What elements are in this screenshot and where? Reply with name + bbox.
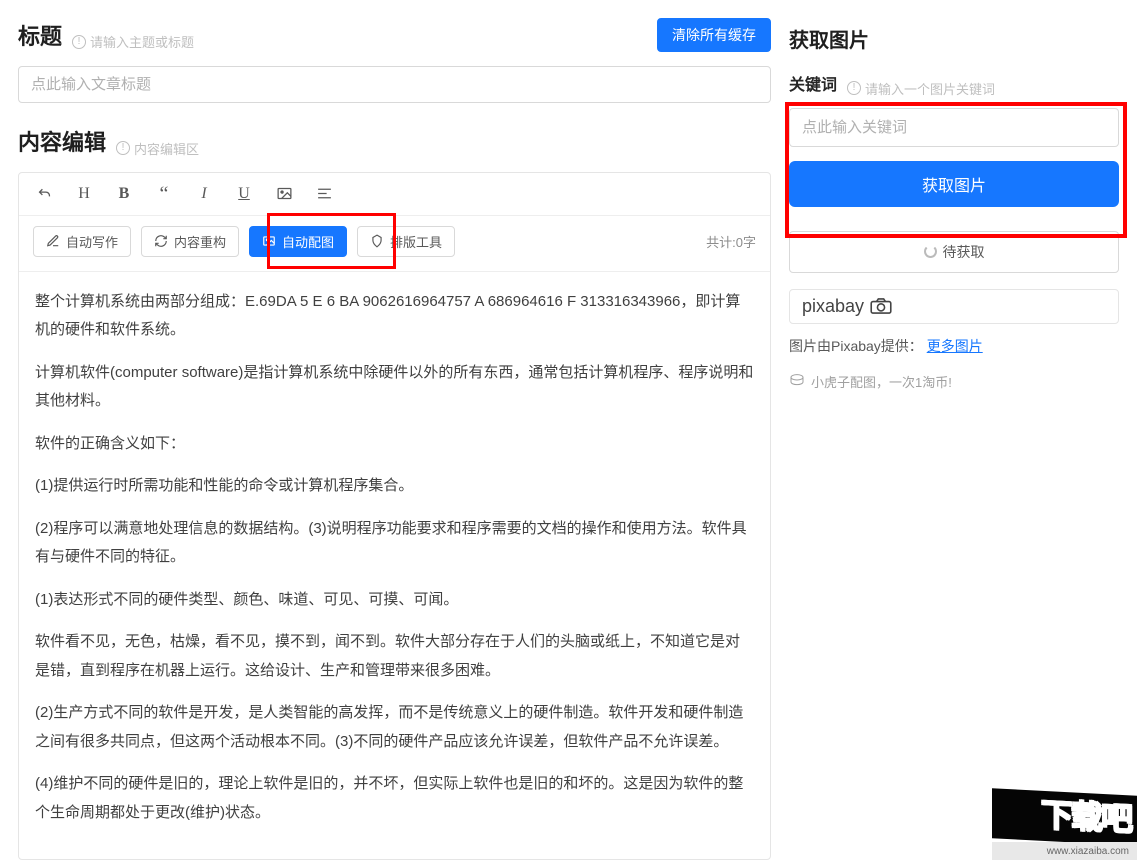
image-button[interactable] (273, 183, 295, 205)
more-images-link[interactable]: 更多图片 (927, 338, 983, 354)
coin-note: 小虎子配图，一次1淘币! (789, 372, 1119, 391)
word-count: 共计:0字 (706, 232, 756, 251)
pixabay-credit: 图片由Pixabay提供： 更多图片 (789, 336, 1119, 356)
info-icon: ! (847, 81, 861, 95)
info-icon: ! (116, 141, 130, 155)
undo-icon[interactable] (33, 183, 55, 205)
image-panel-heading: 获取图片 (789, 24, 1119, 53)
align-left-button[interactable] (313, 183, 335, 205)
article-paragraph: 计算机软件(computer software)是指计算机系统中除硬件以外的所有… (35, 359, 754, 416)
clear-cache-button[interactable]: 清除所有缓存 (657, 18, 771, 52)
restructure-button[interactable]: 内容重构 (141, 226, 239, 257)
keyword-hint: ! 请输入一个图片关键词 (847, 79, 995, 98)
underline-button[interactable]: U (233, 183, 255, 205)
title-heading-row: 标题 ! 请输入主题或标题 清除所有缓存 (18, 18, 771, 52)
pixabay-badge: pixabay (789, 289, 1119, 324)
article-paragraph: (2)生产方式不同的软件是开发，是人类智能的高发挥，而不是传统意义上的硬件制造。… (35, 699, 754, 756)
info-icon: ! (72, 35, 86, 49)
title-label: 标题 (18, 19, 62, 51)
spinner-icon (924, 245, 937, 258)
keyword-label: 关键词 (789, 71, 837, 95)
article-paragraph: (4)维护不同的硬件是旧的，理论上软件是旧的，并不坏，但实际上软件也是旧的和坏的… (35, 770, 754, 827)
auto-write-button[interactable]: 自动写作 (33, 226, 131, 257)
action-toolbar: 自动写作 内容重构 自动配图 排版工具 共计:0字 (19, 216, 770, 272)
fetch-image-button[interactable]: 获取图片 (789, 161, 1119, 207)
article-paragraph: 整个计算机系统由两部分组成：E.69DA 5 E 6 BA 9062616964… (35, 288, 754, 345)
coin-icon (789, 373, 805, 390)
heading-button[interactable]: H (73, 183, 95, 205)
article-paragraph: (2)程序可以满意地处理信息的数据结构。(3)说明程序功能要求和程序需要的文档的… (35, 515, 754, 572)
article-paragraph: (1)提供运行时所需功能和性能的命令或计算机程序集合。 (35, 472, 754, 501)
editor-body[interactable]: 整个计算机系统由两部分组成：E.69DA 5 E 6 BA 9062616964… (19, 272, 770, 860)
bold-button[interactable]: B (113, 183, 135, 205)
pending-status-button[interactable]: 待获取 (789, 231, 1119, 273)
article-paragraph: 软件的正确含义如下： (35, 430, 754, 459)
keyword-input[interactable] (789, 108, 1119, 147)
format-toolbar: H B “ I U (19, 173, 770, 216)
content-edit-label: 内容编辑 (18, 125, 106, 157)
title-hint: ! 请输入主题或标题 (72, 32, 194, 51)
quote-button[interactable]: “ (153, 183, 175, 205)
article-title-input[interactable] (18, 66, 771, 103)
article-paragraph: (1)表达形式不同的硬件类型、颜色、味道、可见、可摸、可闻。 (35, 586, 754, 615)
article-paragraph: 软件看不见，无色，枯燥，看不见，摸不到，闻不到。软件大部分存在于人们的头脑或纸上… (35, 628, 754, 685)
camera-icon (870, 298, 892, 314)
auto-image-button[interactable]: 自动配图 (249, 226, 347, 257)
content-edit-hint: ! 内容编辑区 (116, 139, 199, 158)
editor-container: H B “ I U 自动写作 (18, 172, 771, 860)
content-heading-row: 内容编辑 ! 内容编辑区 (18, 125, 771, 158)
italic-button[interactable]: I (193, 183, 215, 205)
layout-tool-button[interactable]: 排版工具 (357, 226, 455, 257)
